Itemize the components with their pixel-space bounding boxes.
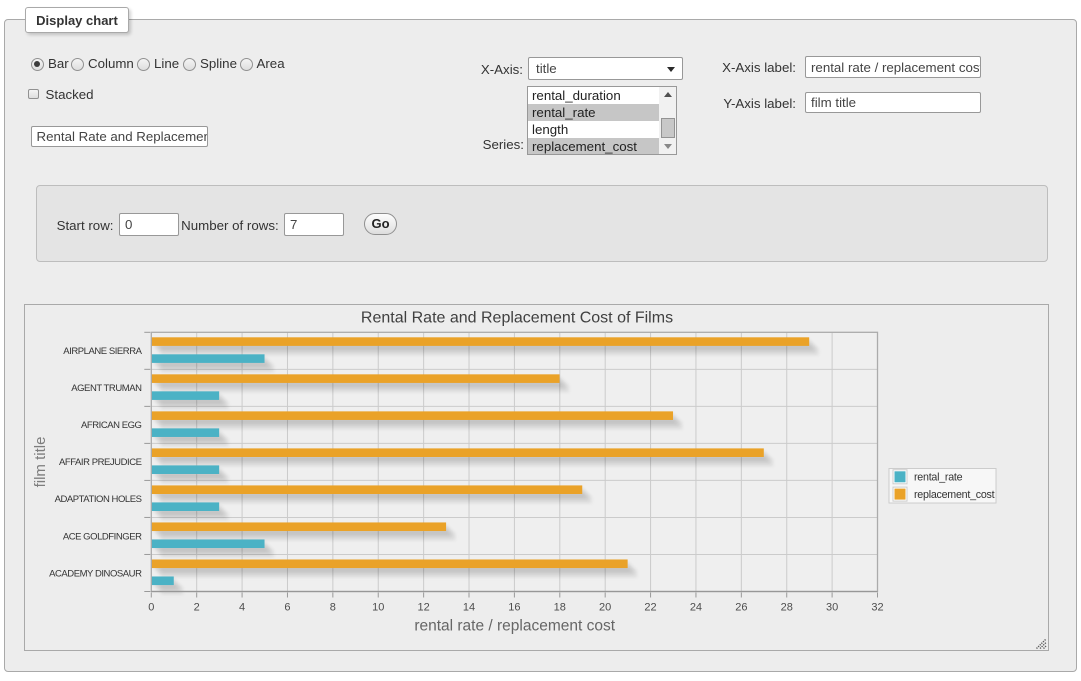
svg-text:ADAPTATION HOLES: ADAPTATION HOLES — [55, 494, 142, 505]
svg-text:22: 22 — [644, 602, 656, 614]
svg-text:ACE GOLDFINGER: ACE GOLDFINGER — [63, 531, 142, 542]
svg-text:film title: film title — [32, 437, 49, 488]
svg-text:10: 10 — [372, 602, 384, 614]
svg-text:32: 32 — [871, 602, 883, 614]
svg-text:16: 16 — [508, 602, 520, 614]
svg-text:14: 14 — [463, 602, 475, 614]
svg-text:2: 2 — [194, 602, 200, 614]
svg-text:ACADEMY DINOSAUR: ACADEMY DINOSAUR — [49, 568, 142, 579]
svg-text:AFFAIR PREJUDICE: AFFAIR PREJUDICE — [59, 457, 142, 468]
svg-text:4: 4 — [239, 602, 245, 614]
svg-text:12: 12 — [418, 602, 430, 614]
svg-text:rental_rate: rental_rate — [914, 472, 963, 484]
svg-text:replacement_cost: replacement_cost — [914, 489, 995, 501]
svg-text:0: 0 — [148, 602, 154, 614]
svg-text:28: 28 — [781, 602, 793, 614]
svg-text:18: 18 — [554, 602, 566, 614]
svg-text:30: 30 — [826, 602, 838, 614]
svg-text:6: 6 — [284, 602, 290, 614]
svg-text:AFRICAN EGG: AFRICAN EGG — [81, 420, 142, 431]
svg-text:24: 24 — [690, 602, 702, 614]
svg-text:rental rate / replacement cost: rental rate / replacement cost — [414, 618, 615, 635]
svg-text:AGENT TRUMAN: AGENT TRUMAN — [71, 383, 142, 394]
svg-text:20: 20 — [599, 602, 611, 614]
svg-text:Rental Rate and Replacement Co: Rental Rate and Replacement Cost of Film… — [361, 310, 673, 327]
svg-text:26: 26 — [735, 602, 747, 614]
svg-text:AIRPLANE SIERRA: AIRPLANE SIERRA — [63, 346, 142, 357]
svg-text:8: 8 — [330, 602, 336, 614]
